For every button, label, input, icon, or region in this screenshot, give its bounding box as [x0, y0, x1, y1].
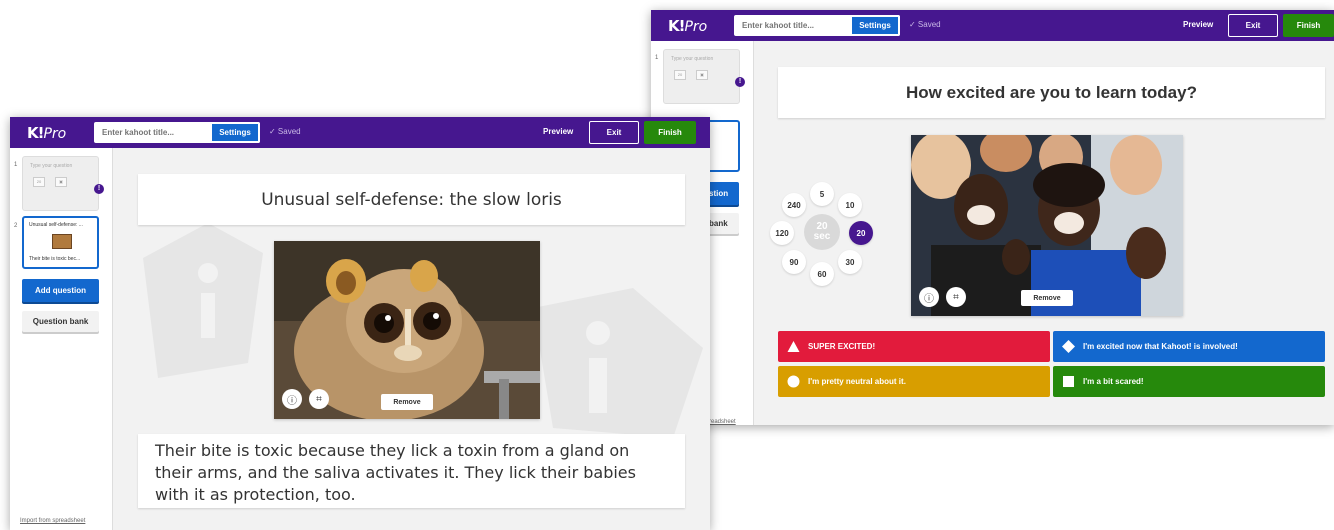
- question-title[interactable]: How excited are you to learn today?: [778, 67, 1325, 118]
- remove-image-button[interactable]: Remove: [381, 394, 433, 410]
- question-image[interactable]: ⓘ ⌗ Remove: [911, 135, 1183, 316]
- saved-status: ✓ Saved: [909, 20, 941, 29]
- top-bar: K!Pro Settings ✓ Saved Preview Exit Fini…: [10, 117, 710, 148]
- answer-text: I'm pretty neutral about it.: [808, 377, 906, 386]
- remove-image-button[interactable]: Remove: [1021, 290, 1073, 306]
- finish-button[interactable]: Finish: [1283, 14, 1334, 37]
- warning-icon: !: [735, 77, 745, 87]
- time-option-90[interactable]: 90: [782, 250, 806, 274]
- slide-thumbnail-text: Type your question: [671, 56, 714, 62]
- square-icon: [1063, 376, 1074, 387]
- answer-blue[interactable]: I'm excited now that Kahoot! is involved…: [1053, 331, 1325, 362]
- crop-icon[interactable]: ⌗: [946, 287, 966, 307]
- add-question-button[interactable]: Add question: [22, 279, 99, 302]
- question-canvas: How excited are you to learn today? 20 s…: [754, 41, 1334, 425]
- answer-yellow[interactable]: I'm pretty neutral about it.: [778, 366, 1050, 397]
- crop-icon[interactable]: ⌗: [309, 389, 329, 409]
- time-option-5[interactable]: 5: [810, 182, 834, 206]
- answer-green[interactable]: I'm a bit scared!: [1053, 366, 1325, 397]
- time-option-120[interactable]: 120: [770, 221, 794, 245]
- slide-thumbnail[interactable]: Type your question 20 ▣ !: [663, 49, 745, 104]
- preview-button[interactable]: Preview: [1183, 20, 1213, 29]
- diamond-icon: [1062, 340, 1075, 353]
- slide-thumbnail[interactable]: Type your question 20 ▣ !: [22, 156, 104, 211]
- slide-thumbnail-text: Type your question: [30, 163, 73, 169]
- slide-sidebar: 1 Type your question 20 ▣ ! 2 Unusual se…: [10, 148, 113, 530]
- question-bank-button[interactable]: Question bank: [22, 311, 99, 332]
- slide-thumbnail-image: [52, 234, 72, 249]
- image-placeholder-icon: ▣: [55, 177, 67, 187]
- settings-button[interactable]: Settings: [212, 122, 260, 143]
- settings-button[interactable]: Settings: [852, 15, 900, 36]
- kahoot-pro-logo[interactable]: K!Pro: [27, 124, 66, 142]
- answer-text: I'm a bit scared!: [1083, 377, 1144, 386]
- time-option-240[interactable]: 240: [782, 193, 806, 217]
- answer-text: I'm excited now that Kahoot! is involved…: [1083, 342, 1238, 351]
- exit-button[interactable]: Exit: [589, 121, 639, 144]
- back-editor-window: K!Pro Settings ✓ Saved Preview Exit Fini…: [651, 10, 1334, 425]
- time-box: 20: [33, 177, 45, 187]
- preview-button[interactable]: Preview: [543, 127, 573, 136]
- kahoot-pro-logo[interactable]: K!Pro: [668, 17, 707, 35]
- answer-text: SUPER EXCITED!: [808, 342, 876, 351]
- saved-status: ✓ Saved: [269, 127, 301, 136]
- exit-button[interactable]: Exit: [1228, 14, 1278, 37]
- warning-icon: !: [94, 184, 104, 194]
- front-editor-window: K!Pro Settings ✓ Saved Preview Exit Fini…: [10, 117, 710, 530]
- answer-red[interactable]: SUPER EXCITED!: [778, 331, 1050, 362]
- top-bar: K!Pro Settings ✓ Saved Preview Exit Fini…: [651, 10, 1334, 41]
- explanation-text[interactable]: Their bite is toxic because they lick a …: [138, 434, 685, 508]
- kahoot-title-input[interactable]: [734, 15, 854, 36]
- time-box: 20: [674, 70, 686, 80]
- info-icon[interactable]: ⓘ: [919, 287, 939, 307]
- triangle-icon: [787, 341, 800, 352]
- slide-number: 1: [655, 55, 659, 61]
- finish-button[interactable]: Finish: [644, 121, 696, 144]
- slide-number: 1: [14, 162, 18, 168]
- slide-thumbnail-active[interactable]: Unusual self-defense: ... Their bite is …: [22, 216, 99, 269]
- time-option-10[interactable]: 10: [838, 193, 862, 217]
- slide-thumbnail-title: Unusual self-defense: ...: [29, 222, 83, 228]
- time-option-20[interactable]: 20: [849, 221, 873, 245]
- slide-number: 2: [14, 223, 18, 229]
- circle-icon: [787, 375, 800, 388]
- question-title[interactable]: Unusual self-defense: the slow loris: [138, 174, 685, 225]
- time-limit-display: 20 sec: [804, 214, 840, 250]
- import-spreadsheet-link[interactable]: readsheet: [709, 419, 736, 425]
- question-image[interactable]: ⓘ ⌗ Remove: [274, 241, 540, 419]
- image-placeholder-icon: ▣: [696, 70, 708, 80]
- import-spreadsheet-link[interactable]: Import from spreadsheet: [20, 518, 85, 524]
- info-icon[interactable]: ⓘ: [282, 389, 302, 409]
- time-option-30[interactable]: 30: [838, 250, 862, 274]
- slide-thumbnail-caption: Their bite is toxic bec...: [29, 256, 81, 262]
- question-canvas: Unusual self-defense: the slow loris ⓘ ⌗…: [113, 148, 710, 530]
- time-option-60[interactable]: 60: [810, 262, 834, 286]
- kahoot-title-input[interactable]: [94, 122, 214, 143]
